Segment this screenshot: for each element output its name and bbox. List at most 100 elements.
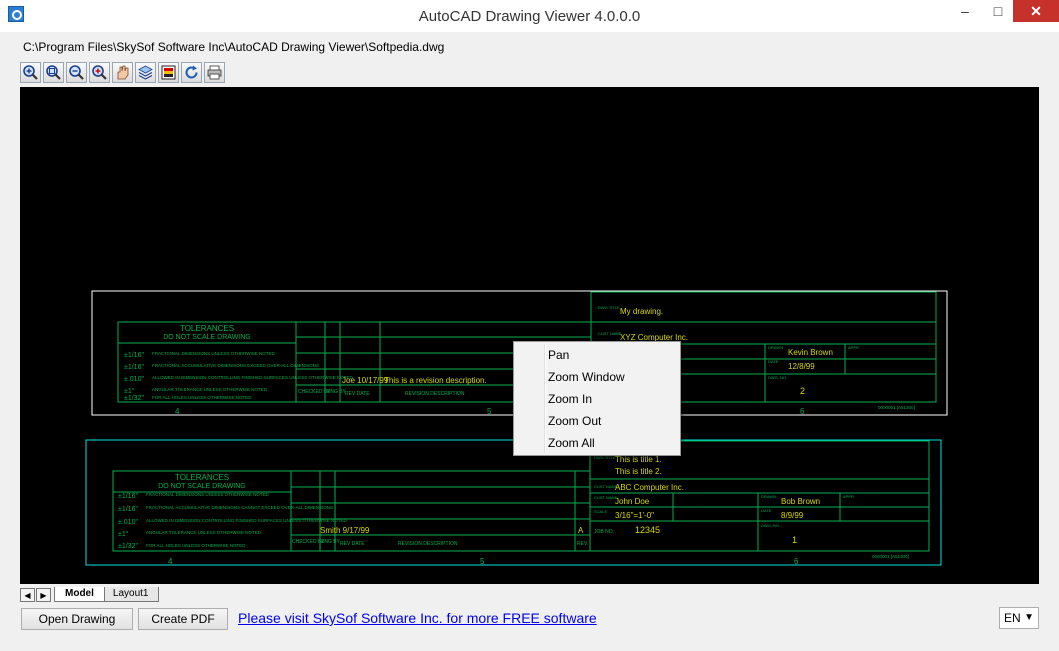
upper-revision-text: This is a revision description. [384,376,487,385]
lower-drawn-value: Bob Brown [781,497,820,506]
zoom-in-icon [23,65,38,80]
lower-scale-label: SCALE [594,509,607,514]
layers-button[interactable] [135,62,156,83]
lower-tol-value-4: ±1° [118,530,129,538]
maximize-button[interactable]: □ [985,0,1011,22]
lower-tol-desc-5: FOR ALL HOLES UNLESS OTHERWISE NOTED [146,543,246,548]
upper-date-label: DATE [768,359,779,364]
website-link[interactable]: Please visit SkySof Software Inc. for mo… [238,610,597,626]
color-icon [161,65,176,80]
lower-tol-value-3: ±.010" [118,519,138,526]
print-icon [207,65,222,80]
menu-gutter [544,344,546,453]
zoom-out-button[interactable] [66,62,87,83]
tab-next-button[interactable]: ▶ [36,588,51,602]
upper-tol-value-2: ±1/16" [124,364,144,371]
context-menu: Pan Zoom Window Zoom In Zoom Out Zoom Al… [513,341,681,456]
lower-cust-contact: John Doe [615,497,650,506]
menu-item-zoom-all[interactable]: Zoom All [548,432,595,454]
upper-tol-desc-2: FRACTIONAL ACCUMULATIVE DIMENSIONS EXCEE… [152,363,319,368]
upper-title-value: My drawing. [620,307,663,316]
upper-cust-label: CUST NAME [598,331,622,336]
zoom-window-button[interactable] [43,62,64,83]
color-button[interactable] [158,62,179,83]
zoom-window-icon [46,65,61,80]
tab-layout1[interactable]: Layout1 [101,587,160,602]
menu-item-zoom-in[interactable]: Zoom In [548,388,592,410]
upper-zone-5: 5 [487,407,492,416]
lower-tol-value-5: ±1/32" [118,543,138,550]
menu-item-zoom-out[interactable]: Zoom Out [548,410,601,432]
lower-rev-label: REV. [577,541,588,547]
zoom-extents-icon [92,65,107,80]
upper-tol-desc-4: ANGULAR TOLERANCE UNLESS OTHERWISE NOTED [152,387,268,392]
lower-rev-desc: REVISION DESCRIPTION [398,541,458,547]
create-pdf-button[interactable]: Create PDF [138,608,228,630]
lower-date-label: DATE [761,508,772,513]
upper-zone-4: 4 [175,407,180,416]
upper-tol-value-4: ±1° [124,387,135,395]
lower-tol-value-1: ±1/16" [118,493,138,500]
open-drawing-button[interactable]: Open Drawing [21,608,133,630]
upper-eng-by: ENG BY [327,389,347,395]
lower-tol-desc-2: FRACTIONAL ACCUMULATIVE DIMENSIONS CANNO… [146,505,333,510]
lower-revision-entry: Smith 9/17/99 [320,526,370,535]
lower-footer-code: 0000001 [A51300] [872,554,909,559]
tab-model[interactable]: Model [54,587,105,602]
lower-tol-value-2: ±1/16" [118,506,138,513]
upper-dwg-no-value: 2 [800,386,805,396]
lower-dwg-no-label: DWG. NO. [761,523,780,528]
upper-tol-desc-1: FRACTIONAL DIMENSIONS UNLESS OTHERWISE N… [152,351,276,356]
lower-date-value: 8/9/99 [781,511,804,520]
upper-drawn-label: DRAWN [768,345,783,350]
zoom-in-button[interactable] [20,62,41,83]
pan-button[interactable] [112,62,133,83]
upper-dwg-no-label: DWG. NO. [768,375,787,380]
window-title: AutoCAD Drawing Viewer 4.0.0.0 [418,8,641,25]
lower-drawn-label: DRAWN [761,494,776,499]
lower-zone-5: 5 [480,557,485,566]
minimize-button[interactable]: – [945,0,985,22]
drawing-canvas[interactable]: TOLERANCES DO NOT SCALE DRAWING ±1/16" F… [20,87,1039,584]
lower-scale-value: 3/16"=1'-0" [615,511,654,520]
layers-icon [138,65,153,80]
zoom-extents-button[interactable] [89,62,110,83]
upper-tol-value-1: ±1/16" [124,352,144,359]
zoom-out-icon [69,65,84,80]
upper-rev-desc: REVISION DESCRIPTION [405,391,465,397]
upper-appr-label: APPR. [848,345,860,350]
print-button[interactable] [204,62,225,83]
lower-tolerances-title: TOLERANCES [175,473,229,482]
lower-zone-6: 6 [794,557,799,566]
lower-eng-by: ENG BY [321,539,341,545]
lower-rev-date: REV DATE [340,541,365,547]
language-value: EN [1004,611,1021,625]
chevron-down-icon: ▼ [1024,612,1034,623]
menu-item-zoom-window[interactable]: Zoom Window [548,366,625,388]
lower-appr-label: APPR. [843,494,855,499]
upper-tol-value-5: ±1/32" [124,395,144,402]
layout-tabs: ◀ ▶ Model Layout1 [20,586,160,602]
lower-do-not-scale: DO NOT SCALE DRAWING [158,483,246,490]
language-select[interactable]: EN ▼ [999,607,1039,629]
lower-tol-desc-1: FRACTIONAL DIMENSIONS UNLESS OTHERWISE N… [146,492,270,497]
upper-do-not-scale: DO NOT SCALE DRAWING [163,334,251,341]
lower-rev-letter: A [578,526,584,535]
pan-icon [117,65,129,80]
lower-title-line2: This is title 2. [615,467,662,476]
refresh-button[interactable] [181,62,202,83]
upper-title-label: DWG TITLE [598,305,620,310]
upper-date-value: 12/8/99 [788,362,815,371]
tab-prev-button[interactable]: ◀ [20,588,35,602]
lower-job-label: JOB NO. [594,529,614,535]
upper-tol-desc-3: ALLOWED IN DIMENSION CONTROLLING FINISHE… [152,375,353,380]
file-path-label: C:\Program Files\SkySof Software Inc\Aut… [23,40,445,54]
menu-item-pan[interactable]: Pan [548,344,569,366]
upper-tol-desc-5: FOR ALL HOLES UNLESS OTHERWISE NOTED [152,395,252,400]
toolbar [20,62,227,86]
lower-title-block: TOLERANCES DO NOT SCALE DRAWING ±1/16" F… [85,439,942,566]
lower-title-line1: This is title 1. [615,455,662,464]
lower-zone-4: 4 [168,557,173,566]
close-button[interactable]: ✕ [1013,0,1059,22]
upper-tolerances-title: TOLERANCES [180,324,234,333]
